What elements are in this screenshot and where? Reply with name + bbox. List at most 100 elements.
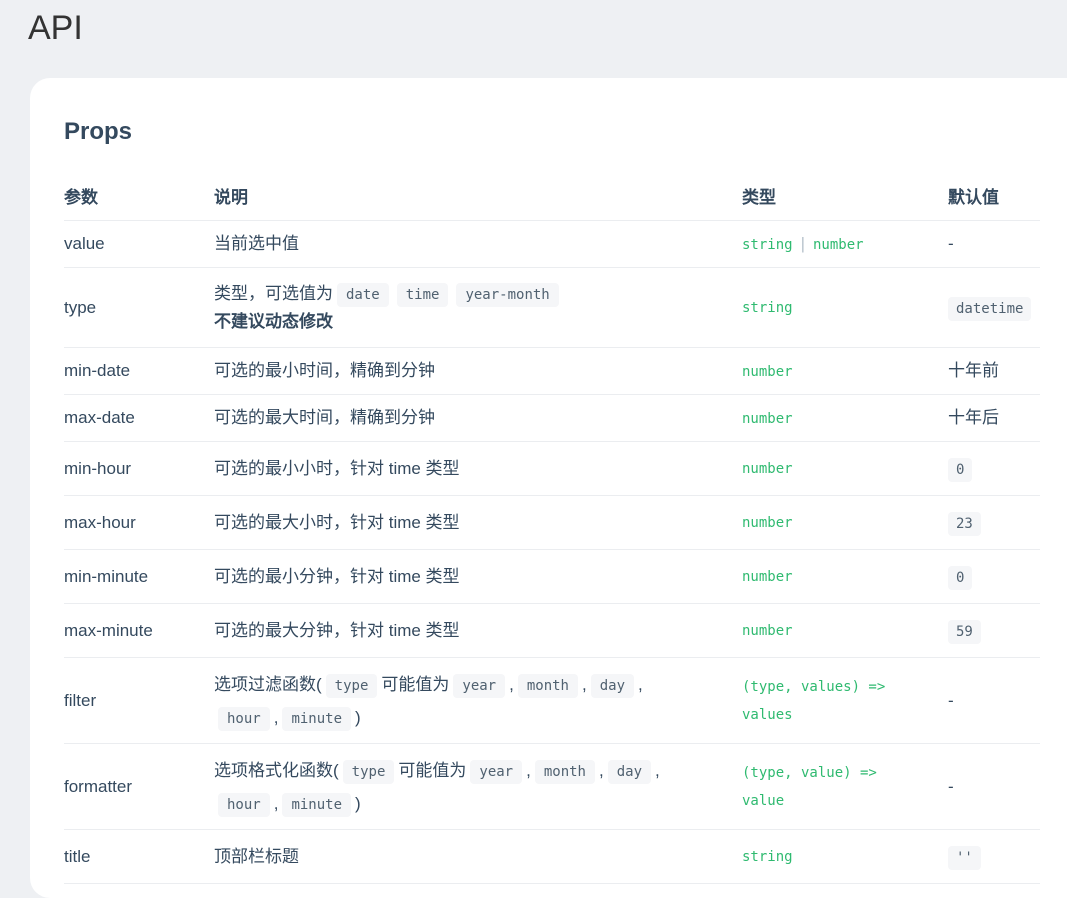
type-value: (type, values) => [742,678,886,695]
type-value: number [813,236,864,253]
table-row: min-minute 可选的最小分钟，针对 time 类型 number 0 [64,549,1040,604]
param-default: datetime [948,267,1040,348]
param-default: 十年前 [948,347,1040,395]
param-type: number [742,495,948,550]
default-code: 0 [948,457,973,482]
param-name: title [64,829,214,884]
param-type: number [742,441,948,496]
table-header-row: 参数 说明 类型 默认值 [64,170,1040,221]
table-row: max-minute 可选的最大分钟，针对 time 类型 number 59 [64,603,1040,658]
param-default: - [948,220,1040,268]
inline-code: type [325,673,378,698]
inline-code: year [470,759,523,784]
param-desc: 可选的最大小时，针对 time 类型 [214,495,742,550]
desc-text: ) [355,793,361,813]
param-type: string [742,829,948,884]
desc-text: 选项格式化函数( [214,760,339,780]
type-value: values [742,706,793,723]
inline-code: minute [282,792,352,817]
table-row: max-hour 可选的最大小时，针对 time 类型 number 23 [64,495,1040,550]
param-default: 十年后 [948,394,1040,442]
desc-text: 可能值为 [381,674,450,694]
param-name: value [64,220,214,268]
default-code: 59 [948,619,981,644]
inline-code: month [517,673,578,698]
param-name: filter [64,657,214,744]
param-default: - [948,657,1040,744]
inline-code: year-month [456,282,559,307]
inline-code: hour [218,706,270,731]
param-name: max-hour [64,495,214,550]
param-default: 23 [948,495,1040,550]
header-default: 默认值 [948,170,1040,221]
type-value: number [742,410,793,427]
param-desc: 可选的最大时间，精确到分钟 [214,394,742,442]
param-default: 59 [948,603,1040,658]
desc-warning: 不建议动态修改 [214,311,333,331]
type-value: value [742,792,785,809]
inline-code: month [534,759,595,784]
section-title: Props [64,118,133,145]
table-row: formatter 选项格式化函数(type 可能值为 year, month, day… [64,743,1040,830]
props-table: 参数 说明 类型 默认值 value 当前选中值 string | number -… [64,170,1040,884]
table-row: title 顶部栏标题 string '' [64,829,1040,884]
props-card: Props 参数 说明 类型 默认值 value 当前选中值 string | nu… [30,78,1067,898]
param-desc: 顶部栏标题 [214,829,742,884]
default-code: 0 [948,565,973,590]
type-value: string [742,236,793,253]
param-name: max-minute [64,603,214,658]
table-row: min-date 可选的最小时间，精确到分钟 number 十年前 [64,347,1040,395]
param-type: (type, values) => values [742,657,948,744]
inline-code: date [337,282,389,307]
table-row: min-hour 可选的最小小时，针对 time 类型 number 0 [64,441,1040,496]
param-type: string [742,267,948,348]
default-code: datetime [948,296,1032,321]
type-value: number [742,515,793,531]
param-name: formatter [64,743,214,830]
param-default: - [948,743,1040,830]
header-desc: 说明 [214,170,742,221]
param-name: max-date [64,394,214,442]
param-type: number [742,603,948,658]
table-row: value 当前选中值 string | number - [64,220,1040,268]
param-desc: 当前选中值 [214,220,742,268]
param-desc: 可选的最大分钟，针对 time 类型 [214,603,742,658]
param-desc: 选项格式化函数(type 可能值为 year, month, day, hour, min… [214,743,742,830]
param-type: string | number [742,220,948,268]
param-desc: 可选的最小小时，针对 time 类型 [214,441,742,496]
table-row: max-date 可选的最大时间，精确到分钟 number 十年后 [64,394,1040,442]
desc-text: 可能值为 [398,760,467,780]
default-code: 23 [948,511,981,536]
type-value: number [742,461,793,477]
inline-code: time [396,282,449,307]
desc-text: 选项过滤函数( [214,674,322,694]
type-value: string [742,849,793,865]
param-name: min-date [64,347,214,395]
type-value: number [742,623,793,639]
param-desc: 可选的最小分钟，针对 time 类型 [214,549,742,604]
param-default: '' [948,829,1040,884]
type-value: number [742,363,793,380]
param-type: number [742,347,948,395]
param-desc: 选项过滤函数(type 可能值为 year, month, day, hour, minu… [214,657,742,744]
param-type: (type, value) => value [742,743,948,830]
param-name: min-minute [64,549,214,604]
inline-code: type [342,759,395,784]
param-desc: 可选的最小时间，精确到分钟 [214,347,742,395]
param-name: type [64,267,214,348]
inline-code: day [590,673,635,698]
param-name: min-hour [64,441,214,496]
inline-code: minute [282,706,352,731]
param-desc: 类型，可选值为 date time year-month 不建议动态修改 [214,267,742,348]
param-default: 0 [948,441,1040,496]
inline-code: day [607,759,652,784]
inline-code: year [453,673,506,698]
default-code: '' [948,845,981,870]
type-value: string [742,300,793,316]
type-separator: | [800,233,805,253]
param-type: number [742,549,948,604]
inline-code: hour [218,792,270,817]
type-value: (type, value) => [742,764,877,781]
table-row: type 类型，可选值为 date time year-month 不建议动态修改 s… [64,267,1040,348]
param-default: 0 [948,549,1040,604]
